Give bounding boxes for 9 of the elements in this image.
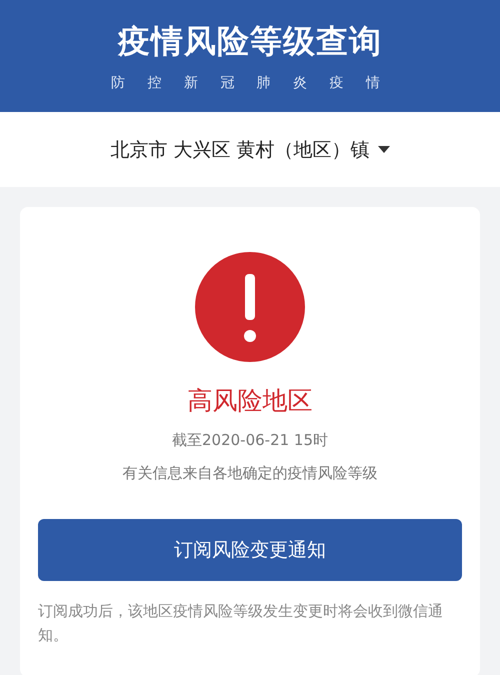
subscribe-button[interactable]: 订阅风险变更通知 <box>38 519 462 581</box>
subscribe-note: 订阅成功后，该地区疫情风险等级发生变更时将会收到微信通知。 <box>38 601 444 646</box>
page-subtitle: 防 控 新 冠 肺 炎 疫 情 <box>110 74 390 92</box>
page-title: 疫情风险等级查询 <box>118 21 382 62</box>
update-time: 截至2020-06-21 15时 <box>172 431 328 450</box>
alert-icon <box>195 252 305 362</box>
risk-level: 高风险地区 <box>188 385 312 417</box>
caret-icon <box>378 146 390 154</box>
source-note: 有关信息来自各地确定的疫情风险等级 <box>122 464 378 483</box>
